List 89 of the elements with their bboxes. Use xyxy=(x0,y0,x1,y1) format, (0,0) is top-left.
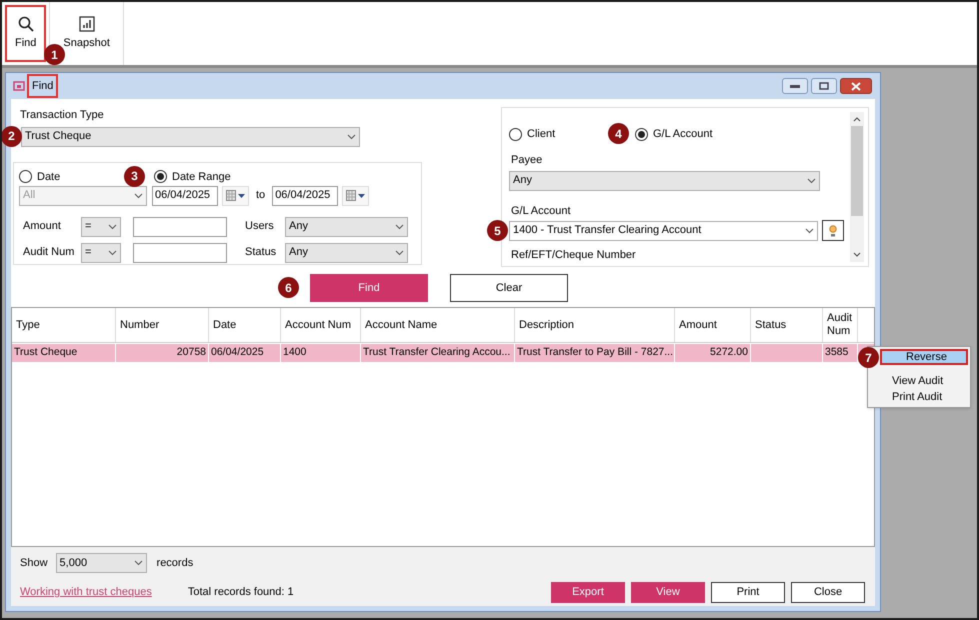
footer-button[interactable]: Export xyxy=(551,582,625,603)
clear-button[interactable]: Clear xyxy=(450,274,568,302)
callout-badge: 6 xyxy=(278,277,299,298)
chevron-down-icon xyxy=(395,250,404,256)
field-label: Transaction Type xyxy=(19,108,105,123)
calendar-icon xyxy=(226,190,236,201)
column-header[interactable]: Account Name xyxy=(361,308,515,342)
chevron-down-icon xyxy=(807,178,816,184)
dropdown[interactable]: Any xyxy=(285,242,408,262)
chevron-down-icon xyxy=(108,250,117,256)
column-header[interactable]: Date xyxy=(209,308,281,342)
chevron-down-icon xyxy=(805,228,814,234)
input-field[interactable] xyxy=(133,242,227,262)
window-icon xyxy=(13,80,25,92)
column-header[interactable]: Type xyxy=(12,308,116,342)
dropdown[interactable]: Any xyxy=(285,216,408,236)
callout-badge: 1 xyxy=(44,44,65,65)
radio-button[interactable]: G/L Account xyxy=(635,126,713,142)
field-label: Status xyxy=(245,245,278,260)
column-header[interactable]: Amount xyxy=(675,308,751,342)
radio-button[interactable]: Date Range xyxy=(154,168,231,185)
find-button[interactable]: Find xyxy=(310,274,428,302)
callout-badge: 3 xyxy=(124,166,145,186)
column-header[interactable]: Status xyxy=(751,308,823,342)
date-field[interactable]: 06/04/2025 xyxy=(152,186,218,206)
callout-badge: 2 xyxy=(2,126,22,146)
callout-badge: 7 xyxy=(858,347,879,368)
table-cell-text: Trust Cheque xyxy=(14,345,78,360)
window-title: Find xyxy=(27,74,58,98)
close-button[interactable] xyxy=(840,78,872,94)
chevron-down-icon xyxy=(395,224,404,230)
column-header[interactable]: Audit Num xyxy=(823,308,858,342)
table-cell-text: 3585 xyxy=(825,345,848,360)
column-header[interactable]: Account Num xyxy=(281,308,361,342)
dropdown[interactable]: 5,000 xyxy=(56,553,147,573)
chevron-down-icon xyxy=(108,224,117,230)
total-records: Total records found: 1 xyxy=(188,585,294,600)
caret-icon xyxy=(358,194,366,198)
maximize-button[interactable] xyxy=(811,78,837,94)
search-icon xyxy=(18,16,34,32)
chevron-down-icon xyxy=(347,134,356,140)
caret-icon xyxy=(238,194,245,198)
person-icon xyxy=(828,224,838,236)
footer-button[interactable]: View xyxy=(631,582,705,603)
dropdown[interactable]: = xyxy=(81,242,121,262)
field-label: Payee xyxy=(510,153,544,168)
field-label: Ref/EFT/Cheque Number xyxy=(510,248,637,263)
footer-button[interactable]: Close xyxy=(791,582,865,603)
menu-item[interactable]: Reverse xyxy=(880,349,968,365)
toolbar-button[interactable]: Find xyxy=(5,5,46,62)
table-cell-text: 1400 xyxy=(283,345,306,360)
records-label: records xyxy=(156,556,194,571)
bar-chart-icon xyxy=(78,16,95,32)
minimize-icon xyxy=(790,84,800,88)
date-field[interactable]: 06/04/2025 xyxy=(272,186,338,206)
dropdown[interactable]: = xyxy=(81,216,121,236)
column-header[interactable]: Description xyxy=(515,308,675,342)
calendar-button[interactable] xyxy=(222,186,249,206)
dropdown[interactable]: Trust Cheque xyxy=(21,126,360,146)
field-label: G/L Account xyxy=(510,204,572,218)
column-header[interactable]: Number xyxy=(116,308,209,342)
show-label: Show xyxy=(20,556,48,571)
input-field[interactable] xyxy=(133,216,227,236)
to-label: to xyxy=(255,188,266,204)
table-cell-text: 5272.00 xyxy=(710,345,748,360)
lookup-button[interactable] xyxy=(822,220,844,241)
field-label: Users xyxy=(245,219,275,234)
table-cell-text: Trust Transfer to Pay Bill - 7827... xyxy=(517,345,674,360)
calendar-icon xyxy=(346,190,356,201)
calendar-button[interactable] xyxy=(342,186,370,206)
field-label: Audit Num xyxy=(22,245,76,260)
menu-item[interactable]: Print Audit xyxy=(868,389,970,405)
callout-badge: 5 xyxy=(487,220,508,241)
menu-item[interactable]: View Audit xyxy=(868,373,970,389)
maximize-icon xyxy=(819,82,829,90)
dropdown[interactable]: Any xyxy=(509,170,820,190)
table-cell-text: 20758 xyxy=(176,345,206,360)
help-link[interactable]: Working with trust cheques xyxy=(20,584,152,601)
minimize-button[interactable] xyxy=(782,78,808,94)
footer-button[interactable]: Print xyxy=(711,582,785,603)
table-cell-text: 06/04/2025 xyxy=(211,345,264,360)
callout-badge: 4 xyxy=(608,123,629,144)
table-cell-text: Trust Transfer Clearing Accou... xyxy=(363,345,510,360)
close-icon xyxy=(851,82,861,90)
scrollbar[interactable] xyxy=(850,112,864,262)
field-label: Amount xyxy=(22,219,62,234)
dropdown[interactable]: 1400 - Trust Transfer Clearing Account xyxy=(509,220,818,240)
chevron-down-icon xyxy=(134,192,143,198)
chevron-down-icon xyxy=(134,560,143,566)
